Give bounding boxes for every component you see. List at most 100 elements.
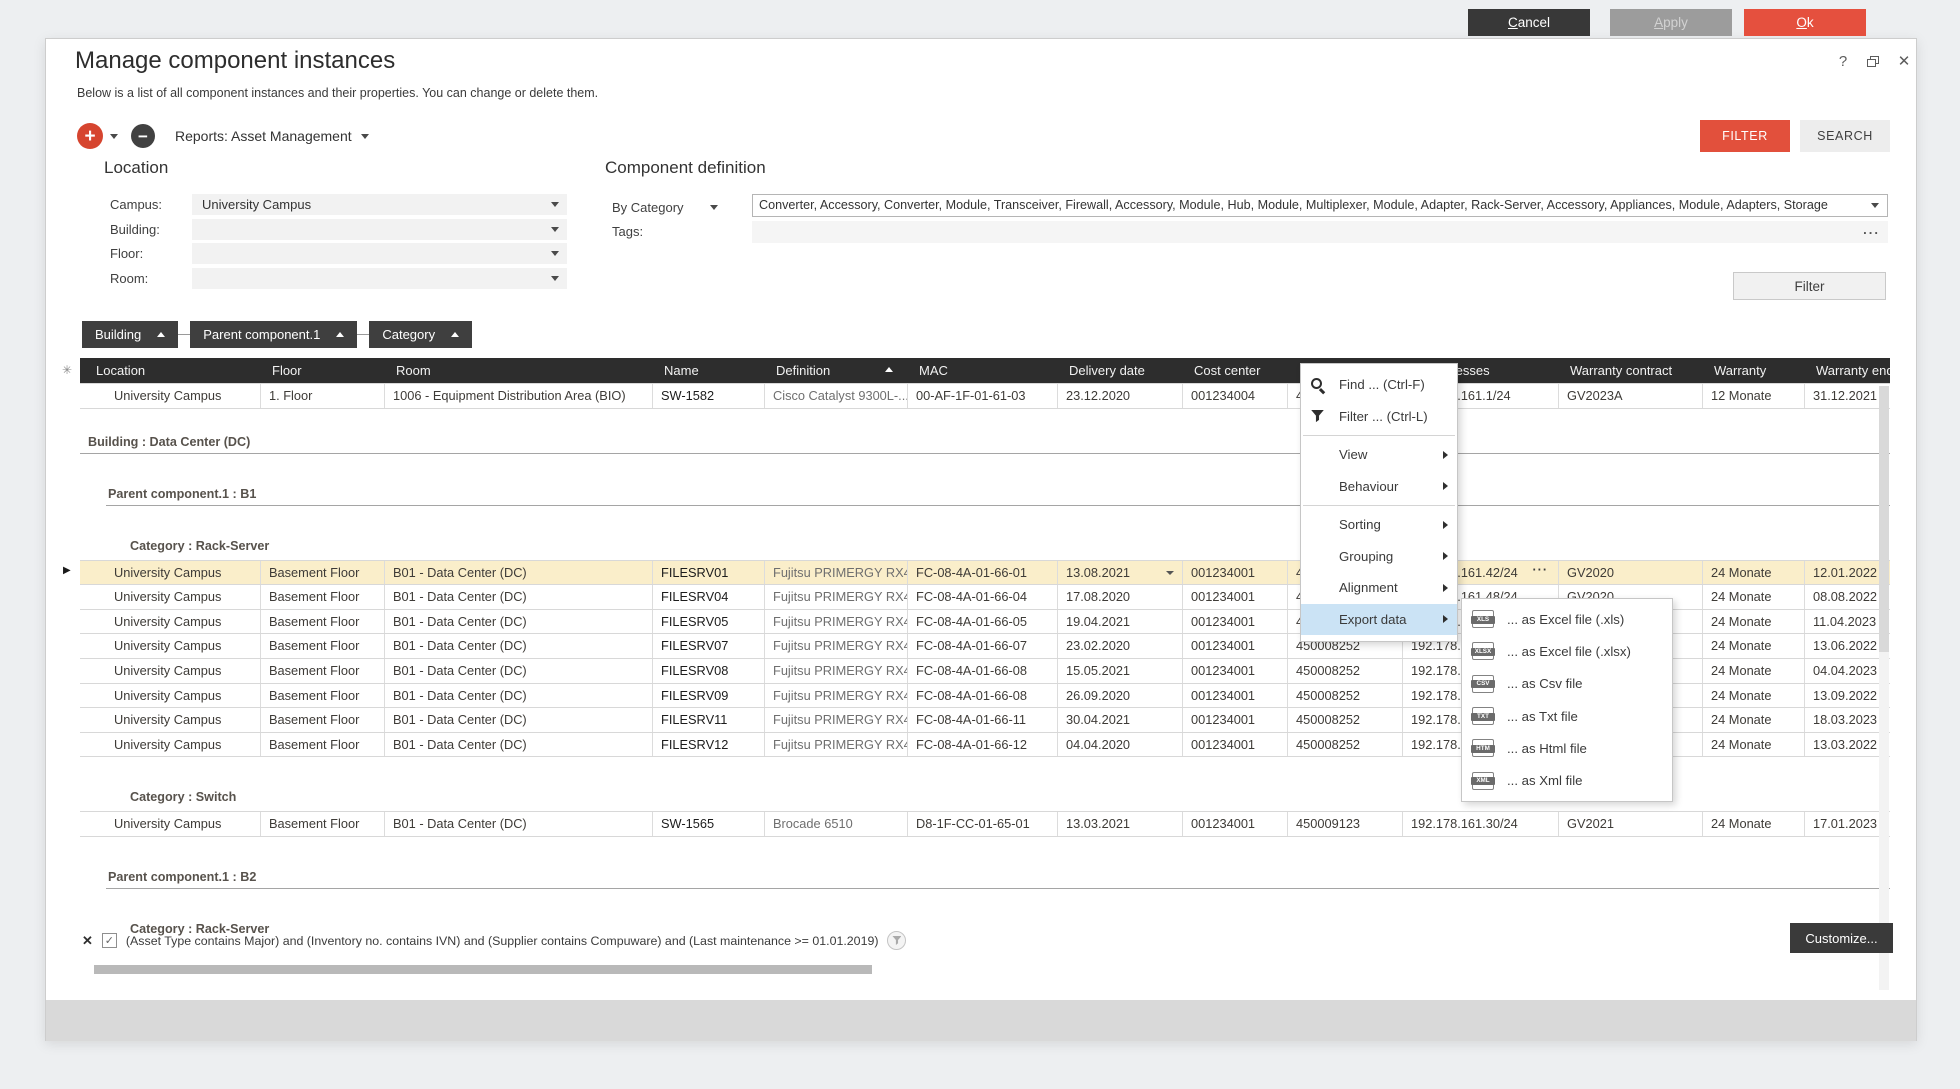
menu-item-view[interactable]: View bbox=[1301, 439, 1457, 471]
cell-delivery: 13.03.2021 bbox=[1057, 812, 1182, 836]
apply-button[interactable]: Apply bbox=[1610, 9, 1732, 36]
chevron-down-icon[interactable] bbox=[1166, 571, 1174, 575]
cell-definition: Fujitsu PRIMERGY RX4... bbox=[764, 708, 907, 732]
cell-value: 24 Monate bbox=[1711, 688, 1771, 703]
help-button[interactable]: ? bbox=[1832, 50, 1854, 72]
menu-item-filter-ctrl-l[interactable]: Filter ... (Ctrl-L) bbox=[1301, 401, 1457, 433]
cell-value: 13.03.2021 bbox=[1066, 816, 1130, 831]
page-subtitle: Below is a list of all component instanc… bbox=[77, 86, 598, 100]
menu-separator bbox=[1303, 505, 1455, 506]
tags-ellipsis-button[interactable]: ... bbox=[1863, 222, 1880, 237]
tags-field[interactable]: ... bbox=[752, 221, 1888, 243]
cell-value: Brocade 6510 bbox=[773, 816, 853, 831]
location-select[interactable]: University Campus bbox=[192, 194, 567, 215]
filter-apply-button[interactable]: Filter bbox=[1733, 272, 1886, 300]
cell-value: University Campus bbox=[114, 565, 221, 580]
table-corner-asterisk-icon[interactable]: ✳ bbox=[62, 363, 72, 377]
cell-value: University Campus bbox=[114, 816, 221, 831]
add-button[interactable]: + bbox=[77, 123, 103, 149]
column-header-location[interactable]: Location bbox=[80, 358, 260, 383]
column-header-mac[interactable]: MAC bbox=[907, 358, 1057, 383]
group-divider bbox=[80, 453, 1890, 454]
reports-dropdown[interactable]: Reports: Asset Management bbox=[175, 128, 369, 144]
location-select[interactable] bbox=[192, 243, 567, 264]
location-select[interactable] bbox=[192, 219, 567, 240]
column-header-name[interactable]: Name bbox=[652, 358, 764, 383]
ip-ellipsis-button[interactable]: ··· bbox=[1533, 563, 1549, 577]
table-row[interactable]: University CampusBasement FloorB01 - Dat… bbox=[80, 560, 1890, 586]
grouping-chip-parent-component-1[interactable]: Parent component.1 bbox=[190, 321, 357, 348]
cell-value: D8-1F-CC-01-65-01 bbox=[916, 816, 1030, 831]
cell-asset: 450009123 bbox=[1287, 812, 1402, 836]
file-type-xlsx-icon: XLSX bbox=[1472, 642, 1494, 660]
cell-contract: GV2021 bbox=[1558, 812, 1702, 836]
column-header-floor[interactable]: Floor bbox=[260, 358, 384, 383]
column-header-definition[interactable]: Definition bbox=[764, 358, 907, 383]
column-header-wend[interactable]: Warranty end bbox=[1804, 358, 1890, 383]
cancel-button[interactable]: Cancel bbox=[1468, 9, 1590, 36]
search-tab-button[interactable]: SEARCH bbox=[1800, 120, 1890, 152]
column-header-warranty[interactable]: Warranty bbox=[1702, 358, 1804, 383]
vertical-scrollbar-thumb[interactable] bbox=[1879, 386, 1889, 652]
restore-button[interactable] bbox=[1862, 50, 1884, 72]
cell-value: 450008252 bbox=[1296, 663, 1360, 678]
menu-item-export-data[interactable]: Export data bbox=[1301, 604, 1457, 636]
plus-icon: + bbox=[84, 127, 95, 146]
menu-item-sorting[interactable]: Sorting bbox=[1301, 509, 1457, 541]
menu-item-behaviour[interactable]: Behaviour bbox=[1301, 471, 1457, 503]
table-header: Location Floor RoomNameDefinitionMACDelive… bbox=[80, 358, 1890, 383]
cell-floor: Basement Floor bbox=[260, 708, 384, 732]
submenu-item-txt[interactable]: TXT... as Txt file bbox=[1462, 700, 1672, 732]
cell-value: 24 Monate bbox=[1711, 712, 1771, 727]
column-header-contract[interactable]: Warranty contract bbox=[1558, 358, 1702, 383]
grouping-chip-category[interactable]: Category bbox=[369, 321, 472, 348]
grouping-chip-building[interactable]: Building bbox=[82, 321, 178, 348]
cell-floor: 1. Floor bbox=[260, 384, 384, 408]
submenu-item-label: ... as Txt file bbox=[1507, 709, 1578, 724]
submenu-item-csv[interactable]: CSV... as Csv file bbox=[1462, 668, 1672, 700]
cell-value: University Campus bbox=[114, 737, 221, 752]
cell-value: FILESRV11 bbox=[661, 712, 727, 727]
cell-location: University Campus bbox=[80, 684, 260, 708]
by-category-dropdown[interactable]: By Category bbox=[612, 196, 718, 218]
vertical-scrollbar[interactable] bbox=[1879, 386, 1889, 990]
filter-tab-button[interactable]: FILTER bbox=[1700, 120, 1790, 152]
column-header-delivery[interactable]: Delivery date bbox=[1057, 358, 1182, 383]
column-header-label: Floor bbox=[272, 363, 302, 378]
menu-item-alignment[interactable]: Alignment bbox=[1301, 572, 1457, 604]
horizontal-scrollbar-thumb[interactable] bbox=[94, 965, 872, 974]
cell-value: 001234001 bbox=[1191, 638, 1255, 653]
chip-label: Category bbox=[382, 327, 435, 342]
submenu-item-xml[interactable]: XML... as Xml file bbox=[1462, 764, 1672, 796]
categories-field[interactable]: Converter, Accessory, Converter, Module,… bbox=[752, 194, 1888, 217]
menu-item-find-ctrl-f[interactable]: Find ... (Ctrl-F) bbox=[1301, 369, 1457, 401]
ok-button[interactable]: Ok bbox=[1744, 9, 1866, 36]
location-select[interactable] bbox=[192, 268, 567, 289]
submenu-item-xlsx[interactable]: XLSX... as Excel file (.xlsx) bbox=[1462, 635, 1672, 667]
by-category-label: By Category bbox=[612, 200, 684, 215]
table-row[interactable]: University CampusBasement FloorB01 - Dat… bbox=[80, 811, 1890, 837]
column-header-cost[interactable]: Cost center bbox=[1182, 358, 1287, 383]
close-button[interactable]: ✕ bbox=[1893, 50, 1915, 72]
menu-item-grouping[interactable]: Grouping bbox=[1301, 541, 1457, 573]
sort-asc-icon bbox=[885, 367, 893, 372]
cell-value: FILESRV08 bbox=[661, 663, 728, 678]
filter-active-checkbox[interactable]: ✓ bbox=[102, 933, 117, 948]
submenu-item-htm[interactable]: HTM... as Html file bbox=[1462, 732, 1672, 764]
selected-row-marker-icon: ▶ bbox=[63, 565, 71, 576]
cell-value: B01 - Data Center (DC) bbox=[393, 614, 527, 629]
cell-cost: 001234001 bbox=[1182, 561, 1287, 585]
location-fields: Campus:University CampusBuilding:Floor:R… bbox=[110, 194, 567, 292]
cell-wend: 13.09.2022 bbox=[1804, 684, 1890, 708]
funnel-icon bbox=[892, 936, 901, 945]
cell-warranty: 24 Monate bbox=[1702, 812, 1804, 836]
customize-button[interactable]: Customize... bbox=[1790, 923, 1893, 953]
table-row[interactable]: University Campus1. Floor1006 - Equipmen… bbox=[80, 383, 1890, 409]
column-header-room[interactable]: Room bbox=[384, 358, 652, 383]
add-dropdown-caret-icon[interactable] bbox=[110, 134, 118, 139]
submenu-item-xls[interactable]: XLS... as Excel file (.xls) bbox=[1462, 603, 1672, 635]
cell-cost: 001234001 bbox=[1182, 610, 1287, 634]
remove-filter-icon[interactable]: ✕ bbox=[82, 933, 93, 949]
menu-item-label: Alignment bbox=[1335, 580, 1398, 595]
remove-button[interactable]: − bbox=[131, 124, 155, 148]
